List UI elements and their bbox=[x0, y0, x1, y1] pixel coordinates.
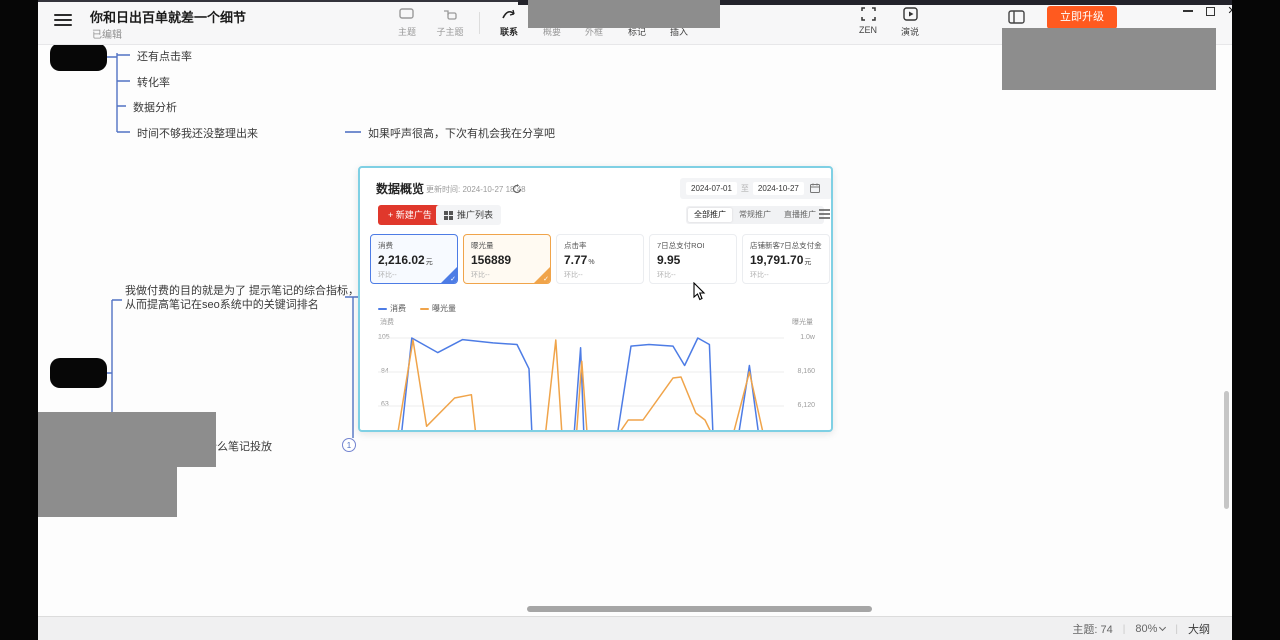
dashboard-title: 数据概览 bbox=[376, 180, 424, 197]
topic-icon bbox=[383, 7, 431, 23]
left-axis-label: 消费 bbox=[380, 317, 394, 327]
calendar-icon bbox=[810, 180, 820, 198]
relation-icon bbox=[485, 7, 533, 23]
promo-type-tabs: 全部推广常规推广直播推广 bbox=[686, 206, 824, 224]
promo-tab-0[interactable]: 全部推广 bbox=[688, 208, 732, 222]
vertical-scrollbar[interactable] bbox=[1224, 391, 1229, 509]
statusbar: 主题: 74 | 80% | 大纲 bbox=[38, 616, 1232, 640]
censored-region-top bbox=[528, 0, 720, 28]
topic-conversion-rate[interactable]: 转化率 bbox=[137, 74, 170, 90]
topic-no-time[interactable]: 时间不够我还没整理出来 bbox=[137, 125, 258, 141]
censored-region-bottomleft-1 bbox=[38, 412, 216, 467]
date-range-picker[interactable]: 2024-07-01 至 2024-10-27 bbox=[680, 178, 832, 199]
promo-list-button[interactable]: 推广列表 bbox=[436, 205, 501, 225]
paragraph-line-2: 从而提高笔记在seo系统中的关键词排名 bbox=[125, 298, 359, 312]
grid-icon bbox=[444, 211, 453, 220]
stat-card[interactable]: 7日总支付ROI9.95环比-- bbox=[649, 234, 737, 284]
dashboard-image[interactable]: 数据概览 更新时间: 2024-10-27 18:48 2024-07-01 至… bbox=[358, 166, 833, 432]
topic-click-rate[interactable]: 还有点击率 bbox=[137, 48, 192, 64]
right-tick-3: 6,120 bbox=[797, 402, 815, 409]
document-title: 你和日出百单就差一个细节 bbox=[90, 7, 246, 26]
screen: 你和日出百单就差一个细节 已编辑 主题 子主题 联系 bbox=[0, 0, 1280, 640]
document-status: 已编辑 bbox=[92, 26, 122, 41]
mouse-cursor bbox=[693, 282, 707, 307]
trend-chart-svg bbox=[372, 332, 790, 432]
date-separator: 至 bbox=[741, 183, 749, 194]
right-axis-label: 曝光量 bbox=[792, 317, 813, 327]
paragraph-line-1: 我做付费的目的就是为了 提示笔记的综合指标， bbox=[125, 284, 359, 298]
legend-item-impressions[interactable]: 曝光量 bbox=[420, 303, 456, 314]
promo-tab-1[interactable]: 常规推广 bbox=[733, 208, 777, 222]
promo-list-label: 推广列表 bbox=[457, 205, 493, 225]
toolbar-subtopic-button[interactable]: 子主题 bbox=[426, 6, 474, 42]
toolbar-relation-button[interactable]: 联系 bbox=[485, 6, 533, 42]
right-tick-2: 8,160 bbox=[797, 368, 815, 375]
date-start[interactable]: 2024-07-01 bbox=[686, 182, 737, 195]
present-label: 演说 bbox=[886, 25, 934, 38]
promo-tab-2[interactable]: 直播推广 bbox=[778, 208, 822, 222]
censored-region-bottomleft-2 bbox=[38, 467, 177, 517]
list-filter-icon[interactable] bbox=[818, 207, 831, 226]
censored-region-topright bbox=[1002, 28, 1216, 90]
stat-card[interactable]: 点击率7.77%环比-- bbox=[556, 234, 644, 284]
zen-label: ZEN bbox=[844, 25, 892, 35]
toolbar-topic-label: 主题 bbox=[383, 25, 431, 38]
date-end[interactable]: 2024-10-27 bbox=[753, 182, 804, 195]
zoom-level: 80% bbox=[1135, 623, 1157, 635]
present-button[interactable]: 演说 bbox=[886, 6, 934, 42]
chevron-down-icon bbox=[1159, 624, 1166, 631]
stat-card[interactable]: 曝光量156889环比--✓ bbox=[463, 234, 551, 284]
mindmap-canvas[interactable]: 还有点击率 转化率 数据分析 时间不够我还没整理出来 如果呼声很高，下次有机会我… bbox=[38, 45, 1232, 616]
app-window: 你和日出百单就差一个细节 已编辑 主题 子主题 联系 bbox=[38, 0, 1232, 640]
censored-topic-node-2[interactable] bbox=[50, 358, 107, 388]
toolbar-divider bbox=[479, 12, 480, 34]
horizontal-scrollbar[interactable] bbox=[527, 606, 872, 612]
zen-mode-button[interactable]: ZEN bbox=[844, 6, 892, 42]
upgrade-button[interactable]: 立即升级 bbox=[1047, 6, 1117, 29]
toolbar-topic-button[interactable]: 主题 bbox=[383, 6, 431, 42]
panel-toggle-icon[interactable] bbox=[1008, 10, 1025, 29]
zoom-control[interactable]: 80% bbox=[1135, 623, 1165, 635]
subtopic-icon bbox=[426, 7, 474, 23]
dashboard-updated-time: 更新时间: 2024-10-27 18:48 bbox=[426, 184, 526, 195]
stat-cards-row: 消费2,216.02元环比--✓曝光量156889环比--✓点击率7.77%环比… bbox=[370, 234, 830, 284]
close-button[interactable]: ✕ bbox=[1221, 2, 1232, 20]
topic-paid-purpose[interactable]: 我做付费的目的就是为了 提示笔记的综合指标， 从而提高笔记在seo系统中的关键词… bbox=[125, 284, 359, 312]
numbered-badge[interactable]: 1 bbox=[342, 438, 356, 452]
relation-note[interactable]: 如果呼声很高，下次有机会我在分享吧 bbox=[368, 125, 555, 141]
stat-card[interactable]: 店铺新客7日总支付金额19,791.70元环比-- bbox=[742, 234, 830, 284]
toolbar-subtopic-label: 子主题 bbox=[426, 25, 474, 38]
legend-item-spend[interactable]: 消费 bbox=[378, 303, 406, 314]
toolbar-relation-label: 联系 bbox=[485, 25, 533, 38]
refresh-icon[interactable] bbox=[512, 181, 522, 199]
chart-legend: 消费 曝光量 bbox=[378, 303, 456, 314]
stat-card[interactable]: 消费2,216.02元环比--✓ bbox=[370, 234, 458, 284]
topic-count: 主题: 74 bbox=[1072, 621, 1112, 637]
menu-icon[interactable] bbox=[54, 14, 72, 28]
zen-icon bbox=[844, 7, 892, 23]
new-ad-button[interactable]: + 新建广告 bbox=[378, 205, 442, 225]
outline-button[interactable]: 大纲 bbox=[1188, 621, 1210, 637]
minimize-button[interactable] bbox=[1177, 2, 1199, 20]
censored-topic-node-1[interactable] bbox=[50, 45, 107, 71]
topic-data-analysis[interactable]: 数据分析 bbox=[133, 99, 177, 115]
right-tick-1: 1.0w bbox=[800, 334, 815, 341]
maximize-button[interactable] bbox=[1199, 2, 1221, 20]
present-icon bbox=[886, 7, 934, 23]
